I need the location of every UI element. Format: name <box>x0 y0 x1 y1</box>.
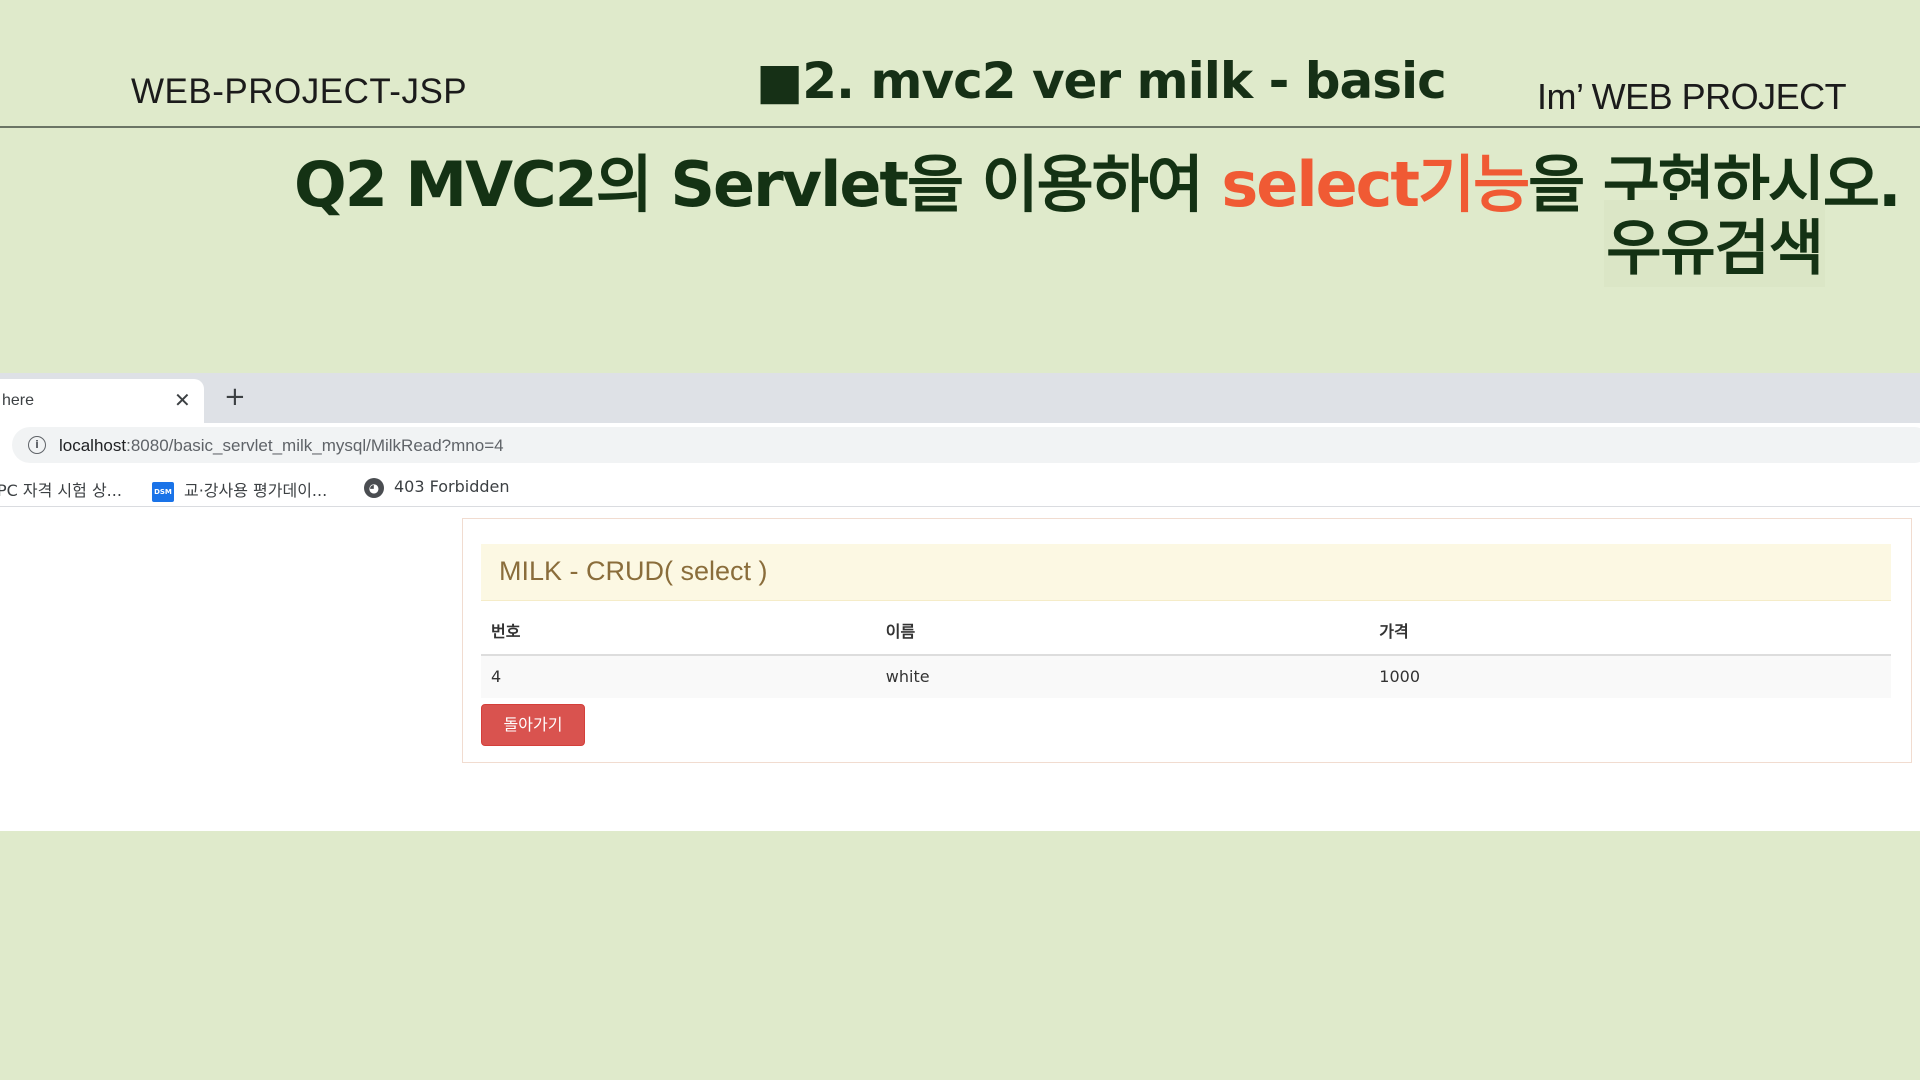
question-highlight: select기능 <box>1221 148 1530 221</box>
browser-screenshot: here ✕ + i localhost:8080/basic_servlet_… <box>0 373 1920 831</box>
bookmark-label: 403 Forbidden <box>394 477 510 496</box>
info-icon[interactable]: i <box>28 436 46 454</box>
milk-table: 번호 이름 가격 4 white 1000 <box>481 607 1891 698</box>
tab-title: here <box>2 392 35 409</box>
table-row: 4 white 1000 <box>481 655 1891 698</box>
bookmark-item[interactable]: PC 자격 시험 상... <box>0 477 122 501</box>
address-bar: i localhost:8080/basic_servlet_milk_mysq… <box>0 423 1920 468</box>
close-icon[interactable]: ✕ <box>174 388 191 412</box>
table-cell: 4 <box>481 655 876 698</box>
table-cell: 1000 <box>1369 655 1891 698</box>
bookmark-label: PC 자격 시험 상... <box>0 481 122 500</box>
url-text[interactable]: localhost:8080/basic_servlet_milk_mysql/… <box>59 436 504 456</box>
question-subtitle: 우유검색 <box>1604 200 1825 287</box>
panel-title: MILK - CRUD( select ) <box>499 556 768 586</box>
slide-header-center: ■2. mvc2 ver milk - basic <box>756 52 1447 110</box>
bookmark-item[interactable]: DSM 교·강사용 평가데이... <box>152 477 327 502</box>
column-header: 이름 <box>875 607 1370 656</box>
url-host: localhost <box>59 436 127 455</box>
bookmark-label: 교·강사용 평가데이... <box>184 481 328 500</box>
column-header: 가격 <box>1369 607 1891 656</box>
slide-header-left: WEB-PROJECT-JSP <box>131 72 468 111</box>
milk-panel: MILK - CRUD( select ) 번호 이름 가격 4 white 1… <box>462 518 1912 763</box>
url-path: :8080/basic_servlet_milk_mysql/MilkRead?… <box>126 436 504 455</box>
panel-heading: MILK - CRUD( select ) <box>481 544 1891 601</box>
back-button[interactable]: 돌아가기 <box>481 704 585 746</box>
tab-strip: here ✕ + <box>0 373 1920 423</box>
bookmarks-bar: PC 자격 시험 상... DSM 교·강사용 평가데이... ◕ 403 Forb… <box>0 468 1920 507</box>
plus-icon[interactable]: + <box>224 382 246 412</box>
table-cell: white <box>875 655 1370 698</box>
globe-icon: ◕ <box>364 477 384 498</box>
dsm-icon: DSM <box>152 481 174 502</box>
question-prefix: Q2 MVC2의 Servlet을 이용하여 <box>294 148 1222 221</box>
bookmark-item[interactable]: ◕ 403 Forbidden <box>364 477 510 498</box>
url-field[interactable]: i localhost:8080/basic_servlet_milk_mysq… <box>12 427 1920 463</box>
browser-tab[interactable]: here ✕ <box>0 379 204 423</box>
header-divider <box>0 126 1920 128</box>
column-header: 번호 <box>481 607 876 656</box>
slide-header-right: Im’ WEB PROJECT <box>1537 76 1847 117</box>
table-header-row: 번호 이름 가격 <box>481 607 1891 656</box>
